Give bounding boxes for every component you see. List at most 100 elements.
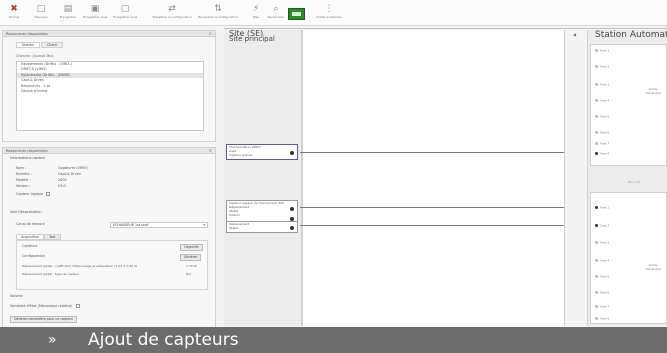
measure-label: Canal de mesure <box>16 222 45 226</box>
port-dot-icon <box>595 152 598 155</box>
field-value: V3.0 <box>58 184 66 188</box>
save-button[interactable]: ▣ Enregistrer sous <box>83 4 107 24</box>
signal-block[interactable]: Déplacement Statut <box>226 221 298 233</box>
section-measure-heading: Voie Désactivation <box>10 210 42 214</box>
signal-block[interactable]: Thermomètre (VIMO) Capt Capteur lecture <box>226 144 298 160</box>
port-dot-icon <box>595 291 598 294</box>
state-checkbox[interactable] <box>75 304 80 308</box>
splitter[interactable]: ◀ <box>564 30 588 326</box>
connect-icon <box>292 12 301 16</box>
chevron-down-icon: ▾ <box>203 223 205 227</box>
save-label: Enregistrer sous <box>83 15 108 19</box>
port-dot-icon <box>595 305 598 308</box>
search-label: Rechercher <box>267 15 285 19</box>
station-port[interactable]: Voie 6 <box>595 131 609 135</box>
signal-line: Statut <box>229 226 239 230</box>
port-dot-icon <box>595 275 598 278</box>
save-icon: ▣ <box>90 4 100 14</box>
diagram-canvas[interactable] <box>302 30 564 326</box>
port-label: Voie 5 <box>600 274 610 279</box>
signal-line: Capteur lecture <box>229 153 253 157</box>
port-label: Voie 4 <box>600 258 610 263</box>
station-port[interactable]: Voie 1 <box>595 49 609 53</box>
port-label: Voie 1 <box>600 48 610 53</box>
new-button[interactable]: □ Nouveau <box>29 4 53 24</box>
port-dot-icon <box>595 65 598 68</box>
station-port[interactable]: Voie 4 <box>595 99 609 103</box>
save-as-icon: ▢ <box>120 4 130 14</box>
measure-channel-value: ECHANGEUR 1st stuff <box>113 223 149 227</box>
tab-station[interactable]: Station <box>16 42 41 48</box>
generate-params-button[interactable]: Générer paramètre pour ce capteur <box>10 316 77 323</box>
capteur-logique-checkbox[interactable] <box>46 192 51 196</box>
coef-value[interactable]: 1,70 W <box>186 264 197 269</box>
type-label: Déplacement global : type de capteur <box>22 272 80 276</box>
field-label: Nom : <box>16 166 27 170</box>
station-port[interactable]: Voie 3 <box>595 83 609 87</box>
signal-port-dot[interactable] <box>290 207 294 211</box>
search-button[interactable]: ⌕ Rechercher <box>264 4 288 24</box>
station-block-bottom[interactable]: Voie 1 Voie 2 Voie 3 Voie 4 Voie 5 Voie … <box>590 192 667 324</box>
port-label: Voie 6 <box>600 130 610 135</box>
coef-label: Déplacement global : coefficient d'étalo… <box>22 264 138 268</box>
capteur-logique-row: Capteur logique <box>16 192 51 197</box>
station-port[interactable]: Voie 6 <box>595 291 609 295</box>
panel-close-icon[interactable]: ✕ <box>209 31 212 37</box>
collapse-icon[interactable]: ◀ <box>573 32 576 37</box>
library-panel-title: Ressources disponibles <box>6 32 48 36</box>
close-button[interactable]: ✖ Fermer <box>2 4 26 24</box>
station-port[interactable]: Voie 4 <box>595 259 609 263</box>
properties-panel-title: Ressources disponibles <box>6 149 48 153</box>
list-item[interactable]: Disque d'Invest <box>17 89 203 94</box>
station-port[interactable]: Voie 8 <box>595 317 609 321</box>
station-port[interactable]: Voie 7 <box>595 142 609 146</box>
station-port[interactable]: Voie 2 <box>595 65 609 69</box>
section-state-heading: Volume <box>10 294 23 298</box>
library-filter[interactable]: Cherche: (Journal Mix) <box>16 54 86 59</box>
station-port-active[interactable]: Voie 1 <box>595 206 609 210</box>
signal-port-dot[interactable] <box>290 151 294 155</box>
station-node: Sortie numérique <box>644 87 662 95</box>
station-title: Station Automatique <box>595 30 667 40</box>
station-port[interactable]: Voie 5 <box>595 275 609 279</box>
connection-wire <box>300 225 592 226</box>
station-block-top[interactable]: Voie 1 Voie 2 Voie 3 Voie 4 Voie 5 Voie … <box>590 44 667 166</box>
connect-toggle-button[interactable] <box>288 8 305 20</box>
station-port-active[interactable]: Voie 8 <box>595 152 609 156</box>
objectifs-button[interactable]: Objectifs <box>180 244 203 251</box>
caption-bar: » Ajout de capteurs <box>0 327 667 353</box>
station-port[interactable]: Voie 5 <box>595 115 609 119</box>
port-dot-icon <box>595 224 598 227</box>
save-as-button[interactable]: ▢ Enregistrer sous <box>113 4 137 24</box>
port-label: Voie 3 <box>600 82 610 87</box>
port-label: Voie 5 <box>600 114 610 119</box>
open-button[interactable]: ▤ Enregistrer <box>56 4 80 24</box>
field-label: Numéro : <box>16 172 32 176</box>
port-dot-icon <box>595 99 598 102</box>
transfer-config-button[interactable]: ⇄ Transférer la configuration <box>152 4 192 24</box>
power-icon: ⚡ <box>252 4 260 14</box>
station-port-active[interactable]: Voie 2 <box>595 224 609 228</box>
station-port[interactable]: Voie 3 <box>595 241 609 245</box>
properties-panel-header: Ressources disponibles ✕ <box>3 148 215 154</box>
station-port[interactable]: Voie 7 <box>595 305 609 309</box>
port-label: Voie 7 <box>600 304 610 309</box>
signal-line: Aditum <box>229 213 240 217</box>
port-label: Voie 3 <box>600 240 610 245</box>
connection-wire <box>300 207 592 208</box>
type-value[interactable]: Rel <box>186 272 191 277</box>
tools-button[interactable]: ⋮ Outils auxiliaires <box>312 4 346 24</box>
save-as-label: Enregistrer sous <box>113 15 138 19</box>
close-label: Fermer <box>8 15 20 19</box>
port-dot-icon <box>595 83 598 86</box>
panel-close-icon[interactable]: ✕ <box>209 148 212 154</box>
measure-channel-select[interactable]: ECHANGEUR 1st stuff ▾ <box>110 222 208 228</box>
search-icon: ⌕ <box>273 4 279 14</box>
tab-client[interactable]: Client <box>41 42 63 48</box>
receive-config-button[interactable]: ⇅ Récupérer la configuration <box>198 4 238 24</box>
tools-label: Outils auxiliaires <box>316 15 342 19</box>
signal-port-dot[interactable] <box>290 226 294 230</box>
port-label: Voie 2 <box>600 64 610 69</box>
generer-button[interactable]: Générer <box>180 254 202 261</box>
library-list[interactable]: Equipements (Drifts) - (1983-) DRIFT-E (… <box>16 61 204 131</box>
